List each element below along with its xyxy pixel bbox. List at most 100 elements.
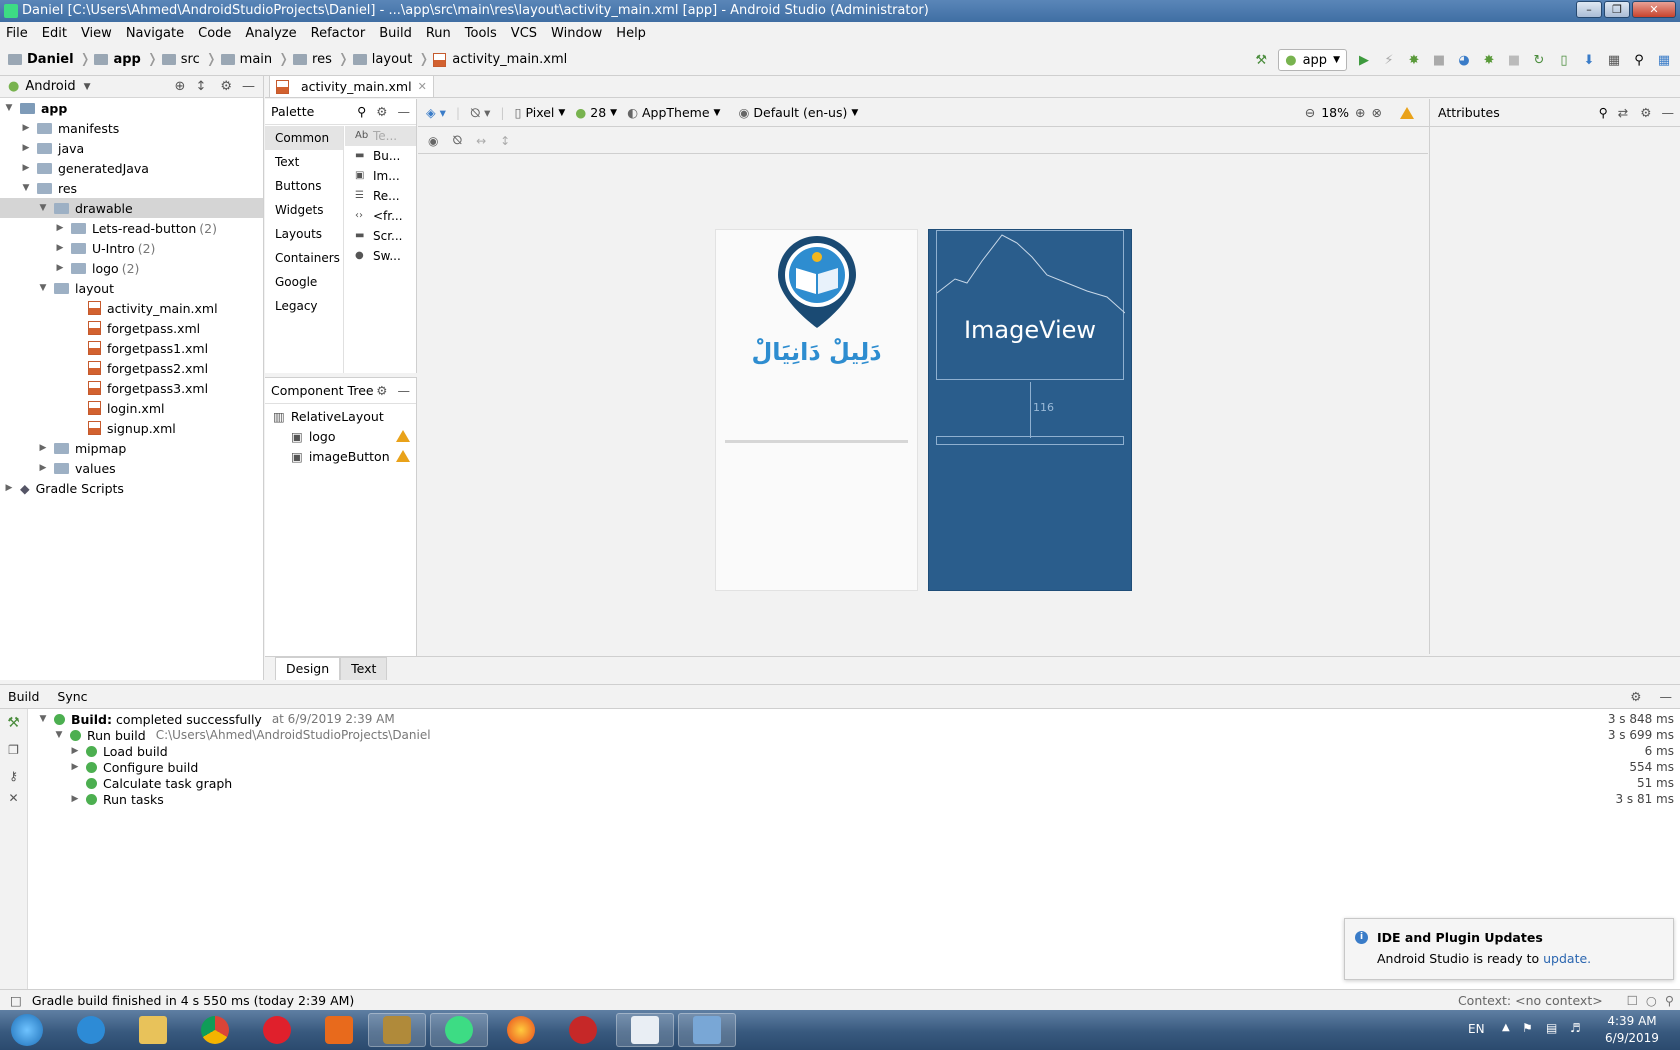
- tree-item-values[interactable]: ▶ values: [0, 458, 263, 478]
- menu-code[interactable]: Code: [198, 26, 231, 41]
- run-icon[interactable]: ▶: [1356, 52, 1372, 68]
- flag-icon[interactable]: ⚑: [1522, 1021, 1533, 1035]
- make-project-icon[interactable]: ⚒: [1253, 52, 1269, 68]
- palette-item[interactable]: ▣ Im...: [345, 166, 416, 186]
- minimize-button[interactable]: –: [1576, 1, 1602, 18]
- collapsed-arrow-icon[interactable]: ▶: [70, 762, 80, 772]
- hammer-icon[interactable]: ⚒: [0, 715, 27, 731]
- hide-icon[interactable]: —: [398, 383, 411, 398]
- menu-file[interactable]: File: [6, 26, 28, 41]
- tree-item-lets-read-button[interactable]: ▶ Lets-read-button (2): [0, 218, 263, 238]
- apply-changes-icon[interactable]: ⚡: [1381, 52, 1397, 68]
- tree-item-app[interactable]: ▼ app: [0, 98, 263, 118]
- start-button[interactable]: [2, 1013, 52, 1047]
- toggle-tool-windows-icon[interactable]: □: [10, 993, 22, 1008]
- close-icon[interactable]: ✕: [0, 791, 27, 805]
- tree-item-login-xml[interactable]: login.xml: [0, 398, 263, 418]
- breadcrumb-item[interactable]: activity_main.xml: [433, 52, 567, 67]
- update-notification[interactable]: i IDE and Plugin Updates Android Studio …: [1344, 918, 1674, 980]
- palette-category-legacy[interactable]: Legacy: [265, 294, 343, 318]
- firefox-icon[interactable]: [492, 1013, 550, 1047]
- tree-item-res[interactable]: ▼ res: [0, 178, 263, 198]
- orientation-icon[interactable]: ⦰ ▾: [470, 105, 490, 121]
- zoom-fit-icon[interactable]: ⊗: [1372, 105, 1382, 120]
- tree-item-forgetpass3-xml[interactable]: forgetpass3.xml: [0, 378, 263, 398]
- collapsed-arrow-icon[interactable]: ▶: [55, 243, 65, 253]
- eye-icon[interactable]: ◉: [428, 134, 438, 148]
- update-link[interactable]: update.: [1543, 951, 1591, 966]
- build-line[interactable]: ▼ Run build C:\Users\Ahmed\AndroidStudioPr…: [34, 727, 1678, 743]
- api-select[interactable]: ● 28 ▼: [575, 105, 617, 120]
- collapsed-arrow-icon[interactable]: ▶: [70, 746, 80, 756]
- tree-item-activity-main-xml[interactable]: activity_main.xml: [0, 298, 263, 318]
- menu-edit[interactable]: Edit: [42, 26, 67, 41]
- device-file-explorer-icon[interactable]: ▦: [1656, 52, 1672, 68]
- photo-viewer-icon[interactable]: [678, 1013, 736, 1047]
- palette-category-text[interactable]: Text: [265, 150, 343, 174]
- zoom-in-icon[interactable]: ⊕: [1355, 105, 1365, 120]
- stop-icon[interactable]: ■: [1506, 52, 1522, 68]
- menu-analyze[interactable]: Analyze: [245, 26, 296, 41]
- build-line[interactable]: Calculate task graph 51 ms: [34, 775, 1678, 791]
- search-icon[interactable]: ⚲: [357, 104, 366, 119]
- coverage-icon[interactable]: ■: [1431, 52, 1447, 68]
- close-icon[interactable]: ✕: [418, 80, 427, 93]
- league-icon[interactable]: [368, 1013, 426, 1047]
- context-label[interactable]: Context: <no context>: [1458, 993, 1603, 1008]
- build-line[interactable]: ▶ Run tasks 3 s 81 ms: [34, 791, 1678, 807]
- collapsed-arrow-icon[interactable]: ▶: [55, 223, 65, 233]
- internet-explorer-icon[interactable]: [62, 1013, 120, 1047]
- media-player-icon[interactable]: [310, 1013, 368, 1047]
- design-canvas[interactable]: [418, 155, 1428, 651]
- search-icon[interactable]: ⚲: [1631, 52, 1647, 68]
- collapsed-arrow-icon[interactable]: ▶: [21, 143, 31, 153]
- tree-item-drawable[interactable]: ▼ drawable: [0, 198, 263, 218]
- tree-item-logo[interactable]: ▶ logo (2): [0, 258, 263, 278]
- gear-icon[interactable]: ⚙: [220, 79, 232, 94]
- collapsed-arrow-icon[interactable]: ▶: [21, 163, 31, 173]
- menu-build[interactable]: Build: [379, 26, 412, 41]
- gear-icon[interactable]: ⚙: [376, 104, 387, 119]
- collapsed-arrow-icon[interactable]: ▶: [38, 443, 48, 453]
- tree-item-u-intro[interactable]: ▶ U-Intro (2): [0, 238, 263, 258]
- component-node[interactable]: ▣ imageButton: [265, 446, 416, 466]
- imageview-box[interactable]: ImageView: [936, 230, 1125, 380]
- tree-item-forgetpass2-xml[interactable]: forgetpass2.xml: [0, 358, 263, 378]
- swap-icon[interactable]: ⇄: [1618, 105, 1628, 120]
- expanded-arrow-icon[interactable]: ▼: [54, 730, 64, 740]
- component-node[interactable]: ▣ logo: [265, 426, 416, 446]
- palette-category-google[interactable]: Google: [265, 270, 343, 294]
- warning-icon[interactable]: [396, 430, 410, 442]
- project-structure-icon[interactable]: ▦: [1606, 52, 1622, 68]
- opera-icon[interactable]: [248, 1013, 306, 1047]
- menu-navigate[interactable]: Navigate: [126, 26, 184, 41]
- tree-item-java[interactable]: ▶ java: [0, 138, 263, 158]
- volume-icon[interactable]: ♬: [1570, 1021, 1581, 1035]
- palette-category-buttons[interactable]: Buttons: [265, 174, 343, 198]
- build-line[interactable]: ▼ Build: completed successfully at 6/9/2019…: [34, 711, 1678, 727]
- breadcrumb-item[interactable]: main ❭: [220, 52, 289, 67]
- sync-gradle-icon[interactable]: ↻: [1531, 52, 1547, 68]
- toggle-view-icon[interactable]: ❐: [0, 743, 27, 757]
- avd-manager-icon[interactable]: ▯: [1556, 52, 1572, 68]
- breadcrumb-item[interactable]: app ❭: [94, 52, 158, 67]
- collapsed-arrow-icon[interactable]: ▶: [4, 483, 14, 493]
- warning-icon[interactable]: [396, 450, 410, 462]
- collapse-all-icon[interactable]: ↕: [195, 79, 206, 94]
- profile-icon[interactable]: ◕: [1456, 52, 1472, 68]
- memory-icon[interactable]: ⚲: [1665, 993, 1674, 1008]
- hide-icon[interactable]: —: [242, 79, 255, 94]
- breadcrumb-item[interactable]: res ❭: [293, 52, 349, 67]
- gear-icon[interactable]: ⚙: [1630, 689, 1641, 704]
- tab-build[interactable]: Build: [8, 689, 39, 704]
- hide-icon[interactable]: —: [1662, 105, 1675, 120]
- tab-design[interactable]: Design: [275, 657, 341, 680]
- menu-help[interactable]: Help: [616, 26, 646, 41]
- run-config-select[interactable]: ● app ▼: [1278, 49, 1347, 71]
- tray-chevron-icon[interactable]: ▲: [1502, 1022, 1510, 1033]
- tree-item-signup-xml[interactable]: signup.xml: [0, 418, 263, 438]
- zoom-out-icon[interactable]: ⊖: [1305, 105, 1315, 120]
- tab-sync[interactable]: Sync: [57, 689, 87, 704]
- device-select[interactable]: ▯ Pixel ▼: [515, 105, 566, 120]
- expanded-arrow-icon[interactable]: ▼: [21, 183, 31, 193]
